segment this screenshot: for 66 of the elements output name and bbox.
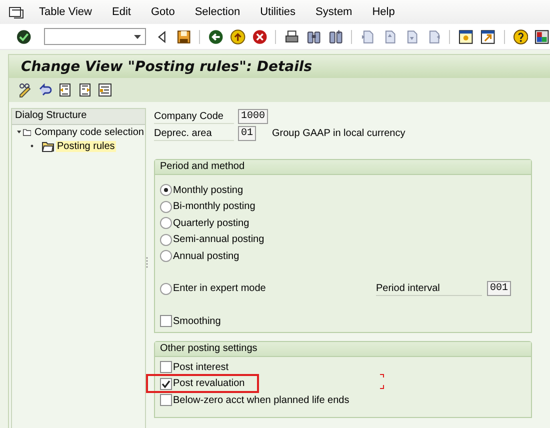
radio-label[interactable]: Annual posting — [173, 250, 240, 262]
radio-button[interactable] — [160, 234, 172, 246]
menu-item[interactable]: Utilities — [251, 6, 305, 18]
radio-label[interactable]: Semi-annual posting — [173, 234, 264, 246]
radio-label[interactable]: Bi-monthly posting — [173, 201, 256, 212]
radio-button[interactable] — [160, 184, 172, 196]
tree-item[interactable]: Posting rules — [56, 140, 116, 152]
screen-title: Change View "Posting rules": Details — [20, 58, 314, 75]
radio-button[interactable] — [160, 217, 172, 230]
radio-label[interactable]: Enter in expert mode — [173, 283, 266, 294]
checkbox[interactable] — [160, 394, 172, 406]
field-description: Group GAAP in local currency — [272, 128, 406, 139]
checkbox-label[interactable]: Below-zero acct when planned life ends — [173, 394, 350, 406]
shortcut-icon[interactable] — [480, 28, 496, 44]
radio-label[interactable]: Monthly posting — [173, 184, 244, 196]
field-label: Period interval — [376, 282, 482, 296]
radio-button[interactable] — [160, 200, 172, 213]
splitter-handle-icon[interactable] — [146, 257, 148, 268]
layout-icon[interactable] — [534, 28, 550, 44]
checkbox-label[interactable]: Smoothing — [173, 316, 221, 327]
field-label: Deprec. area — [154, 126, 234, 140]
radio-button[interactable] — [160, 282, 172, 295]
radio-label[interactable]: Quarterly posting — [173, 218, 250, 229]
save-icon[interactable] — [176, 28, 192, 44]
back-icon[interactable] — [208, 28, 224, 44]
checkbox-label[interactable]: Post revaluation — [173, 378, 245, 390]
folder-icon — [23, 126, 32, 138]
pencil-glasses-icon[interactable] — [17, 82, 33, 98]
radio-button[interactable] — [160, 250, 172, 262]
group-header: Other posting settings — [155, 342, 531, 357]
next-entry-icon[interactable] — [77, 82, 93, 98]
menu-item[interactable]: Goto — [142, 6, 184, 18]
binoculars-plus-icon[interactable] — [328, 28, 344, 44]
input-field[interactable]: 01 — [238, 126, 256, 141]
menu-item[interactable]: Edit — [103, 6, 140, 18]
tree-item[interactable]: Company code selection — [33, 126, 145, 138]
cancel-icon[interactable] — [252, 28, 268, 44]
command-field[interactable] — [44, 28, 146, 45]
panel-header: Dialog Structure — [12, 109, 145, 125]
other-entry-icon[interactable] — [97, 82, 113, 98]
group-header: Period and method — [155, 160, 531, 175]
input-field[interactable]: 1000 — [238, 109, 268, 124]
exit-icon[interactable] — [230, 28, 246, 44]
checkbox-label[interactable]: Post interest — [173, 362, 229, 373]
check-icon[interactable] — [16, 28, 32, 44]
dropdown-icon — [134, 34, 141, 38]
field-label: Company Code — [154, 110, 234, 124]
checkbox[interactable] — [160, 361, 172, 374]
printer-icon[interactable] — [284, 28, 300, 44]
binoculars-icon[interactable] — [306, 28, 322, 44]
undo-icon[interactable] — [37, 82, 53, 98]
expand-triangle-icon[interactable] — [17, 129, 22, 135]
new-window-icon[interactable] — [458, 28, 474, 44]
checkbox[interactable] — [160, 378, 172, 390]
help-icon[interactable] — [512, 28, 528, 44]
input-field[interactable]: 001 — [486, 281, 511, 296]
bullet-icon — [30, 144, 34, 148]
previous-entry-icon[interactable] — [57, 82, 73, 98]
menu-item[interactable]: Table View — [30, 6, 101, 18]
focus-bracket-icon — [380, 374, 385, 388]
command-menu-icon[interactable] — [8, 4, 24, 20]
menu-item[interactable]: Selection — [186, 6, 250, 18]
menu-item[interactable]: System — [306, 6, 362, 18]
checkbox[interactable] — [160, 315, 172, 328]
open-folder-icon — [42, 140, 54, 152]
menu-item[interactable]: Help — [363, 6, 404, 18]
